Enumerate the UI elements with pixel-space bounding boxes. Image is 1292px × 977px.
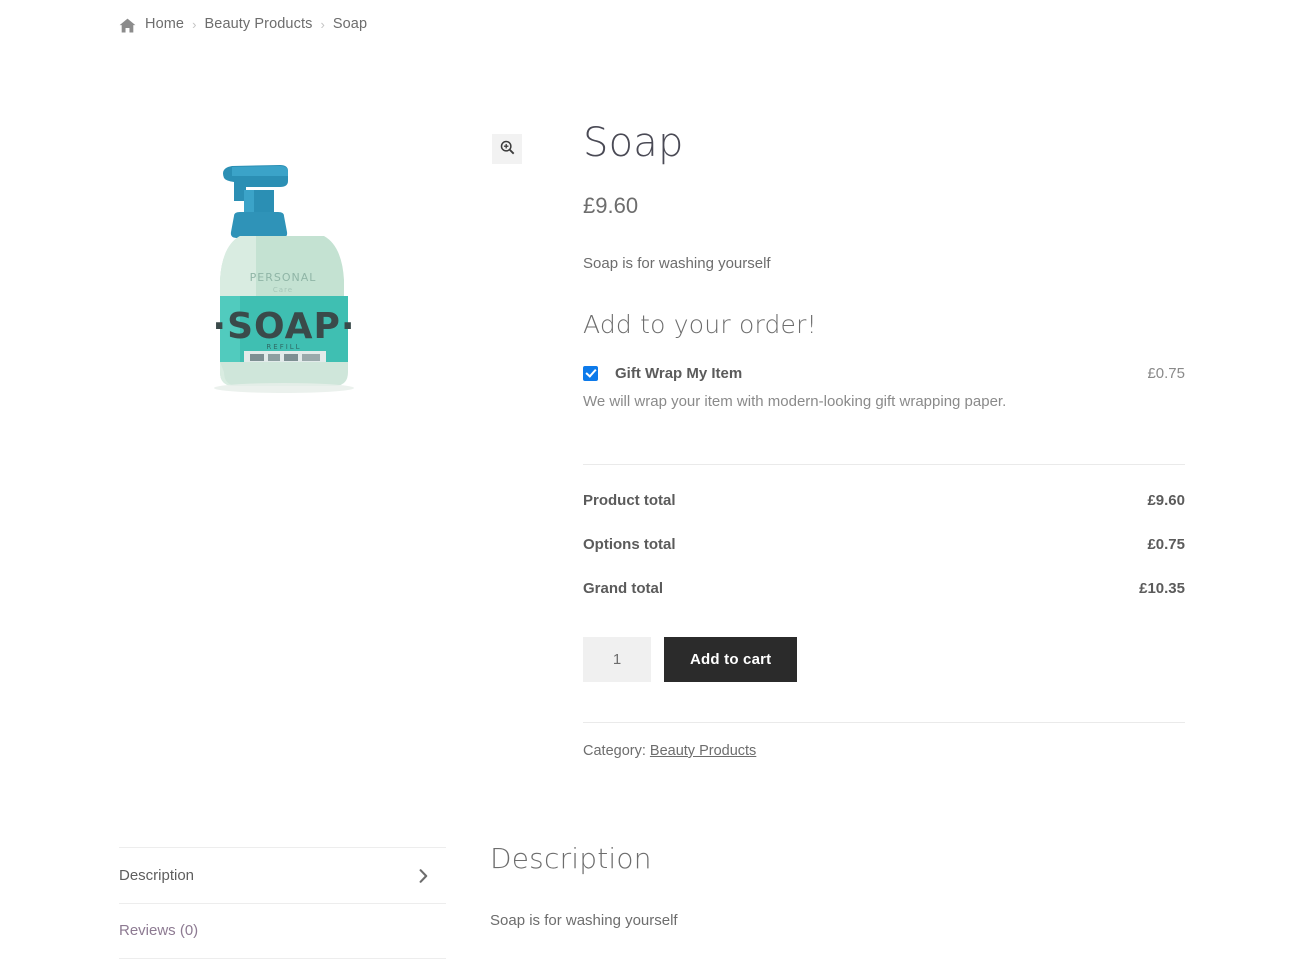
total-value-product: £9.60 bbox=[1147, 492, 1185, 509]
breadcrumb-separator-2: › bbox=[320, 16, 325, 32]
page-title: Soap bbox=[583, 120, 684, 166]
gift-wrap-label: Gift Wrap My Item bbox=[615, 365, 743, 382]
tab-description[interactable]: Description bbox=[119, 847, 446, 903]
breadcrumb-item-home[interactable]: Home bbox=[145, 16, 184, 32]
chevron-right-icon bbox=[419, 868, 428, 883]
total-row-options: Options total £0.75 bbox=[583, 536, 1185, 553]
svg-text:REFILL: REFILL bbox=[266, 343, 301, 351]
gift-wrap-checkbox[interactable] bbox=[583, 366, 598, 381]
product-tabs: Description Reviews (0) bbox=[119, 847, 446, 959]
svg-text:·SOAP·: ·SOAP· bbox=[212, 306, 355, 347]
add-to-cart-button[interactable]: Add to cart bbox=[664, 637, 798, 682]
breadcrumb-separator-1: › bbox=[192, 16, 197, 32]
breadcrumb-item-beauty-products[interactable]: Beauty Products bbox=[205, 16, 313, 32]
product-summary: Soap £9.60 Soap is for washing yourself … bbox=[583, 118, 1185, 759]
tab-reviews-label: Reviews (0) bbox=[119, 922, 199, 939]
add-to-cart-form: Add to cart bbox=[583, 637, 1185, 682]
tab-panel-description: Description Soap is for washing yourself bbox=[490, 840, 1190, 933]
total-label-options: Options total bbox=[583, 536, 676, 553]
home-icon[interactable] bbox=[119, 18, 136, 33]
meta-divider bbox=[583, 722, 1185, 723]
breadcrumb-item-current: Soap bbox=[332, 16, 368, 32]
total-label-grand: Grand total bbox=[583, 580, 664, 597]
addons-heading: Add to your order! bbox=[583, 310, 817, 339]
tab-description-label: Description bbox=[119, 866, 195, 884]
category-link[interactable]: Beauty Products bbox=[650, 743, 756, 759]
breadcrumb: Home › Beauty Products › Soap bbox=[119, 16, 367, 32]
category-prefix: Category: bbox=[583, 743, 646, 759]
tab-reviews[interactable]: Reviews (0) bbox=[119, 903, 446, 959]
quantity-input[interactable] bbox=[583, 637, 651, 682]
product-gallery: PERSONAL Care ·SOAP· REFILL bbox=[119, 110, 447, 440]
addon-option-gift-wrap[interactable]: Gift Wrap My Item £0.75 bbox=[583, 363, 1185, 384]
svg-text:PERSONAL: PERSONAL bbox=[250, 271, 317, 284]
total-row-grand: Grand total £10.35 bbox=[583, 580, 1185, 597]
product-short-description: Soap is for washing yourself bbox=[583, 255, 771, 272]
svg-text:Care: Care bbox=[273, 286, 293, 294]
panel-text: Soap is for washing yourself bbox=[490, 912, 678, 929]
total-row-product: Product total £9.60 bbox=[583, 492, 1185, 509]
panel-heading: Description bbox=[490, 842, 652, 875]
magnifier-plus-icon bbox=[500, 140, 515, 158]
zoom-image-button[interactable] bbox=[492, 134, 522, 164]
total-value-options: £0.75 bbox=[1147, 536, 1185, 553]
product-meta: Category: Beauty Products bbox=[583, 743, 1185, 759]
gift-wrap-price: £0.75 bbox=[1147, 365, 1185, 382]
product-price: £9.60 bbox=[583, 193, 639, 218]
total-value-grand: £10.35 bbox=[1139, 580, 1185, 597]
gift-wrap-description: We will wrap your item with modern-looki… bbox=[583, 393, 1007, 410]
product-image[interactable]: PERSONAL Care ·SOAP· REFILL bbox=[119, 110, 447, 440]
totals-top-divider bbox=[583, 464, 1185, 465]
total-label-product: Product total bbox=[583, 492, 676, 509]
